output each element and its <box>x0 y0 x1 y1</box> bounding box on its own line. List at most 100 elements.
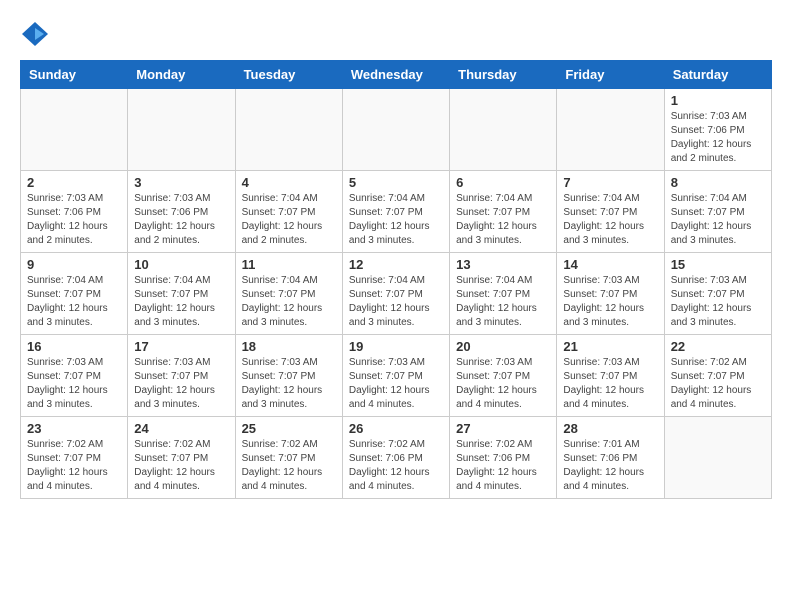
calendar-cell <box>557 89 664 171</box>
calendar-cell: 4 Sunrise: 7:04 AM Sunset: 7:07 PM Daylig… <box>235 171 342 253</box>
weekday-header-cell: Thursday <box>450 61 557 89</box>
weekday-header-cell: Friday <box>557 61 664 89</box>
day-number: 11 <box>242 257 336 272</box>
day-info: Sunrise: 7:03 AM Sunset: 7:06 PM Dayligh… <box>671 110 765 166</box>
calendar-cell: 25Sunrise: 7:02 AM Sunset: 7:07 PM Dayli… <box>235 417 342 499</box>
day-info: Sunrise: 7:03 AM Sunset: 7:07 PM Dayligh… <box>671 274 765 330</box>
day-number: 23 <box>27 421 121 436</box>
day-number: 14 <box>563 257 657 272</box>
calendar-cell <box>128 89 235 171</box>
calendar-cell: 2 Sunrise: 7:03 AM Sunset: 7:06 PM Daylig… <box>21 171 128 253</box>
day-number: 7 <box>563 175 657 190</box>
calendar-week-row: 23 Sunrise: 7:02 AM Sunset: 7:07 PM Dayli… <box>21 417 772 499</box>
calendar-cell: 7Sunrise: 7:04 AM Sunset: 7:07 PM Daylig… <box>557 171 664 253</box>
calendar-cell: 10 Sunrise: 7:04 AM Sunset: 7:07 PM Dayli… <box>128 253 235 335</box>
day-info: Sunrise: 7:04 AM Sunset: 7:07 PM Dayligh… <box>349 274 443 330</box>
calendar-cell: 1 Sunrise: 7:03 AM Sunset: 7:06 PM Daylig… <box>664 89 771 171</box>
day-info: Sunrise: 7:03 AM Sunset: 7:07 PM Dayligh… <box>242 356 336 412</box>
day-info: Sunrise: 7:04 AM Sunset: 7:07 PM Dayligh… <box>456 274 550 330</box>
day-number: 26 <box>349 421 443 436</box>
calendar-cell: 23 Sunrise: 7:02 AM Sunset: 7:07 PM Dayli… <box>21 417 128 499</box>
day-info: Sunrise: 7:04 AM Sunset: 7:07 PM Dayligh… <box>349 192 443 248</box>
day-number: 12 <box>349 257 443 272</box>
weekday-header-cell: Monday <box>128 61 235 89</box>
weekday-header-cell: Wednesday <box>342 61 449 89</box>
day-number: 15 <box>671 257 765 272</box>
calendar-cell: 17 Sunrise: 7:03 AM Sunset: 7:07 PM Dayli… <box>128 335 235 417</box>
day-info: Sunrise: 7:04 AM Sunset: 7:07 PM Dayligh… <box>242 192 336 248</box>
calendar-cell: 18 Sunrise: 7:03 AM Sunset: 7:07 PM Dayli… <box>235 335 342 417</box>
day-info: Sunrise: 7:04 AM Sunset: 7:07 PM Dayligh… <box>134 274 228 330</box>
day-number: 25 <box>242 421 336 436</box>
day-info: Sunrise: 7:03 AM Sunset: 7:07 PM Dayligh… <box>563 274 657 330</box>
day-info: Sunrise: 7:04 AM Sunset: 7:07 PM Dayligh… <box>27 274 121 330</box>
calendar-week-row: 16 Sunrise: 7:03 AM Sunset: 7:07 PM Dayli… <box>21 335 772 417</box>
day-info: Sunrise: 7:03 AM Sunset: 7:07 PM Dayligh… <box>134 356 228 412</box>
day-number: 2 <box>27 175 121 190</box>
calendar-cell: 19 Sunrise: 7:03 AM Sunset: 7:07 PM Dayli… <box>342 335 449 417</box>
day-number: 16 <box>27 339 121 354</box>
calendar-cell <box>342 89 449 171</box>
day-number: 8 <box>671 175 765 190</box>
page-header <box>20 20 772 50</box>
day-number: 9 <box>27 257 121 272</box>
calendar-week-row: 2 Sunrise: 7:03 AM Sunset: 7:06 PM Daylig… <box>21 171 772 253</box>
calendar-cell: 26 Sunrise: 7:02 AM Sunset: 7:06 PM Dayli… <box>342 417 449 499</box>
calendar-cell: 12 Sunrise: 7:04 AM Sunset: 7:07 PM Dayli… <box>342 253 449 335</box>
day-info: Sunrise: 7:03 AM Sunset: 7:06 PM Dayligh… <box>27 192 121 248</box>
calendar-cell: 16 Sunrise: 7:03 AM Sunset: 7:07 PM Dayli… <box>21 335 128 417</box>
calendar-cell: 9 Sunrise: 7:04 AM Sunset: 7:07 PM Daylig… <box>21 253 128 335</box>
day-info: Sunrise: 7:02 AM Sunset: 7:06 PM Dayligh… <box>349 438 443 494</box>
day-info: Sunrise: 7:03 AM Sunset: 7:06 PM Dayligh… <box>134 192 228 248</box>
calendar-cell: 13 Sunrise: 7:04 AM Sunset: 7:07 PM Dayli… <box>450 253 557 335</box>
weekday-header-cell: Saturday <box>664 61 771 89</box>
calendar-cell: 8 Sunrise: 7:04 AM Sunset: 7:07 PM Daylig… <box>664 171 771 253</box>
weekday-header-cell: Sunday <box>21 61 128 89</box>
day-info: Sunrise: 7:03 AM Sunset: 7:07 PM Dayligh… <box>456 356 550 412</box>
calendar-cell: 15 Sunrise: 7:03 AM Sunset: 7:07 PM Dayli… <box>664 253 771 335</box>
calendar-table: SundayMondayTuesdayWednesdayThursdayFrid… <box>20 60 772 499</box>
day-info: Sunrise: 7:03 AM Sunset: 7:07 PM Dayligh… <box>349 356 443 412</box>
calendar-cell: 3 Sunrise: 7:03 AM Sunset: 7:06 PM Daylig… <box>128 171 235 253</box>
calendar-cell <box>21 89 128 171</box>
day-number: 22 <box>671 339 765 354</box>
calendar-cell: 11 Sunrise: 7:04 AM Sunset: 7:07 PM Dayli… <box>235 253 342 335</box>
calendar-week-row: 1 Sunrise: 7:03 AM Sunset: 7:06 PM Daylig… <box>21 89 772 171</box>
calendar-cell: 21 Sunrise: 7:03 AM Sunset: 7:07 PM Dayli… <box>557 335 664 417</box>
day-info: Sunrise: 7:01 AM Sunset: 7:06 PM Dayligh… <box>563 438 657 494</box>
day-info: Sunrise: 7:02 AM Sunset: 7:07 PM Dayligh… <box>671 356 765 412</box>
weekday-header-cell: Tuesday <box>235 61 342 89</box>
calendar-cell: 27 Sunrise: 7:02 AM Sunset: 7:06 PM Dayli… <box>450 417 557 499</box>
calendar-cell: 22 Sunrise: 7:02 AM Sunset: 7:07 PM Dayli… <box>664 335 771 417</box>
calendar-cell: 20Sunrise: 7:03 AM Sunset: 7:07 PM Dayli… <box>450 335 557 417</box>
weekday-header-row: SundayMondayTuesdayWednesdayThursdayFrid… <box>21 61 772 89</box>
day-number: 18 <box>242 339 336 354</box>
day-number: 17 <box>134 339 228 354</box>
day-number: 21 <box>563 339 657 354</box>
day-info: Sunrise: 7:03 AM Sunset: 7:07 PM Dayligh… <box>563 356 657 412</box>
calendar-body: 1 Sunrise: 7:03 AM Sunset: 7:06 PM Daylig… <box>21 89 772 499</box>
day-number: 10 <box>134 257 228 272</box>
day-info: Sunrise: 7:02 AM Sunset: 7:07 PM Dayligh… <box>27 438 121 494</box>
calendar-cell: 14 Sunrise: 7:03 AM Sunset: 7:07 PM Dayli… <box>557 253 664 335</box>
day-number: 5 <box>349 175 443 190</box>
calendar-cell: 5 Sunrise: 7:04 AM Sunset: 7:07 PM Daylig… <box>342 171 449 253</box>
day-info: Sunrise: 7:04 AM Sunset: 7:07 PM Dayligh… <box>671 192 765 248</box>
logo-icon <box>20 20 50 50</box>
day-number: 3 <box>134 175 228 190</box>
day-info: Sunrise: 7:02 AM Sunset: 7:06 PM Dayligh… <box>456 438 550 494</box>
calendar-cell: 28 Sunrise: 7:01 AM Sunset: 7:06 PM Dayli… <box>557 417 664 499</box>
day-number: 19 <box>349 339 443 354</box>
day-number: 27 <box>456 421 550 436</box>
day-number: 6 <box>456 175 550 190</box>
calendar-cell <box>235 89 342 171</box>
day-number: 1 <box>671 93 765 108</box>
day-number: 28 <box>563 421 657 436</box>
calendar-cell: 6Sunrise: 7:04 AM Sunset: 7:07 PM Daylig… <box>450 171 557 253</box>
day-number: 13 <box>456 257 550 272</box>
day-info: Sunrise: 7:03 AM Sunset: 7:07 PM Dayligh… <box>27 356 121 412</box>
calendar-cell <box>450 89 557 171</box>
day-number: 4 <box>242 175 336 190</box>
logo <box>20 20 56 50</box>
day-info: Sunrise: 7:04 AM Sunset: 7:07 PM Dayligh… <box>242 274 336 330</box>
